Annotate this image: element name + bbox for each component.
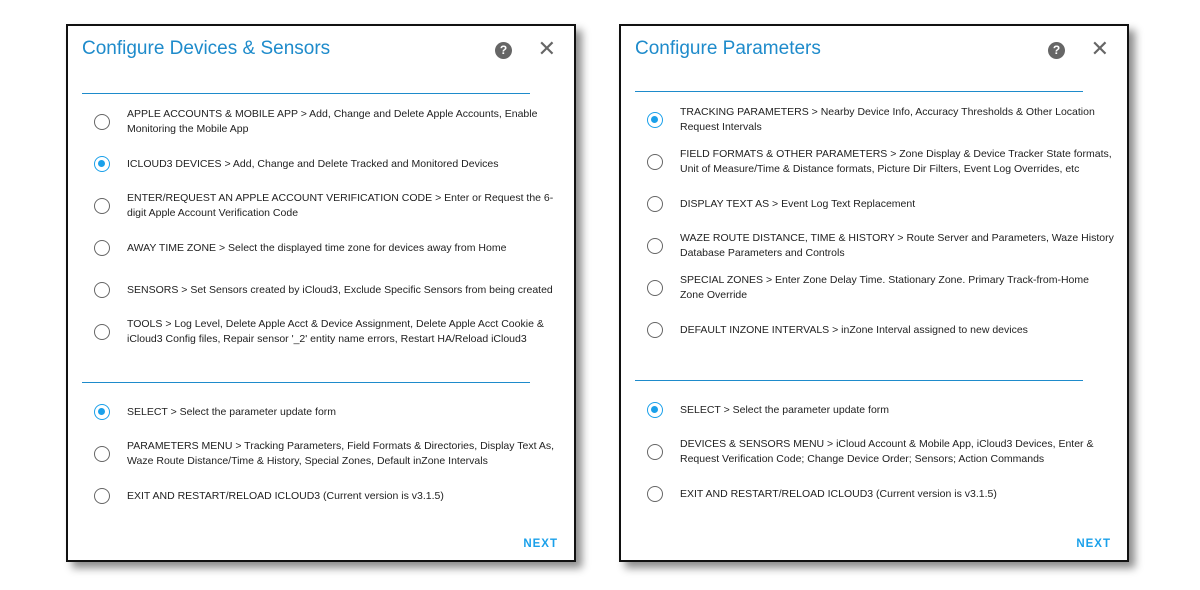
radio-button[interactable] xyxy=(647,402,663,418)
option-label: PARAMETERS MENU > Tracking Parameters, F… xyxy=(127,440,555,467)
radio-button[interactable] xyxy=(94,156,110,172)
radio-option[interactable]: ENTER/REQUEST AN APPLE ACCOUNT VERIFICAT… xyxy=(94,185,564,227)
dialog-title: Configure Parameters xyxy=(635,38,821,59)
radio-option[interactable]: WAZE ROUTE DISTANCE, TIME & HISTORY > Ro… xyxy=(647,225,1117,267)
radio-option[interactable]: FIELD FORMATS & OTHER PARAMETERS > Zone … xyxy=(647,141,1117,183)
divider xyxy=(635,91,1083,92)
radio-option[interactable]: TRACKING PARAMETERS > Nearby Device Info… xyxy=(647,99,1117,141)
option-label: ENTER/REQUEST AN APPLE ACCOUNT VERIFICAT… xyxy=(127,192,554,219)
radio-button[interactable] xyxy=(94,404,110,420)
radio-option[interactable]: EXIT AND RESTART/RELOAD ICLOUD3 (Current… xyxy=(94,475,564,517)
option-label: DEVICES & SENSORS MENU > iCloud Account … xyxy=(680,438,1094,465)
radio-option[interactable]: DEVICES & SENSORS MENU > iCloud Account … xyxy=(647,431,1117,473)
radio-option[interactable]: AWAY TIME ZONE > Select the displayed ti… xyxy=(94,227,564,269)
radio-button[interactable] xyxy=(94,282,110,298)
radio-option[interactable]: TOOLS > Log Level, Delete Apple Acct & D… xyxy=(94,311,564,353)
option-label: EXIT AND RESTART/RELOAD ICLOUD3 (Current… xyxy=(680,487,997,500)
radio-option[interactable]: APPLE ACCOUNTS & MOBILE APP > Add, Chang… xyxy=(94,101,564,143)
close-icon[interactable]: ✕ xyxy=(1091,38,1109,60)
option-label: TRACKING PARAMETERS > Nearby Device Info… xyxy=(680,106,1095,133)
divider xyxy=(82,93,530,94)
radio-option[interactable]: SELECT > Select the parameter update for… xyxy=(94,391,564,433)
radio-button[interactable] xyxy=(94,488,110,504)
option-label: TOOLS > Log Level, Delete Apple Acct & D… xyxy=(127,318,544,345)
radio-button[interactable] xyxy=(94,446,110,462)
radio-option[interactable]: DEFAULT INZONE INTERVALS > inZone Interv… xyxy=(647,309,1117,351)
help-circle-icon[interactable]: ? xyxy=(1048,42,1065,59)
radio-option[interactable]: DISPLAY TEXT AS > Event Log Text Replace… xyxy=(647,183,1117,225)
radio-button[interactable] xyxy=(647,154,663,170)
radio-button[interactable] xyxy=(647,280,663,296)
help-circle-icon[interactable]: ? xyxy=(495,42,512,59)
dialog-title: Configure Devices & Sensors xyxy=(82,38,331,59)
radio-option[interactable]: SPECIAL ZONES > Enter Zone Delay Time. S… xyxy=(647,267,1117,309)
radio-button[interactable] xyxy=(647,322,663,338)
radio-option[interactable]: SENSORS > Set Sensors created by iCloud3… xyxy=(94,269,564,311)
option-label: APPLE ACCOUNTS & MOBILE APP > Add, Chang… xyxy=(127,108,538,135)
radio-button[interactable] xyxy=(94,114,110,130)
option-label: WAZE ROUTE DISTANCE, TIME & HISTORY > Ro… xyxy=(680,232,1114,259)
option-label: DISPLAY TEXT AS > Event Log Text Replace… xyxy=(680,197,916,210)
option-label: AWAY TIME ZONE > Select the displayed ti… xyxy=(127,241,507,254)
radio-option[interactable]: PARAMETERS MENU > Tracking Parameters, F… xyxy=(94,433,564,475)
divider xyxy=(82,382,530,383)
radio-option[interactable]: ICLOUD3 DEVICES > Add, Change and Delete… xyxy=(94,143,564,185)
option-label: ICLOUD3 DEVICES > Add, Change and Delete… xyxy=(127,157,499,170)
radio-button[interactable] xyxy=(647,112,663,128)
option-label: SELECT > Select the parameter update for… xyxy=(680,403,890,416)
next-button[interactable]: NEXT xyxy=(1076,538,1111,550)
dialog-configure-parameters: Configure Parameters ? ✕ TRACKING PARAME… xyxy=(619,24,1129,562)
radio-button[interactable] xyxy=(647,444,663,460)
close-icon[interactable]: ✕ xyxy=(538,38,556,60)
option-label: EXIT AND RESTART/RELOAD ICLOUD3 (Current… xyxy=(127,489,444,502)
option-label: SENSORS > Set Sensors created by iCloud3… xyxy=(127,283,553,296)
divider xyxy=(635,380,1083,381)
option-label: SPECIAL ZONES > Enter Zone Delay Time. S… xyxy=(680,274,1089,301)
radio-button[interactable] xyxy=(94,324,110,340)
radio-button[interactable] xyxy=(94,240,110,256)
radio-option[interactable]: EXIT AND RESTART/RELOAD ICLOUD3 (Current… xyxy=(647,473,1117,515)
radio-button[interactable] xyxy=(647,486,663,502)
next-button[interactable]: NEXT xyxy=(523,538,558,550)
option-label: DEFAULT INZONE INTERVALS > inZone Interv… xyxy=(680,323,1028,336)
radio-option[interactable]: SELECT > Select the parameter update for… xyxy=(647,389,1117,431)
option-label: FIELD FORMATS & OTHER PARAMETERS > Zone … xyxy=(680,148,1112,175)
radio-button[interactable] xyxy=(647,196,663,212)
radio-button[interactable] xyxy=(647,238,663,254)
option-label: SELECT > Select the parameter update for… xyxy=(127,405,337,418)
dialog-configure-devices: Configure Devices & Sensors ? ✕ APPLE AC… xyxy=(66,24,576,562)
radio-button[interactable] xyxy=(94,198,110,214)
